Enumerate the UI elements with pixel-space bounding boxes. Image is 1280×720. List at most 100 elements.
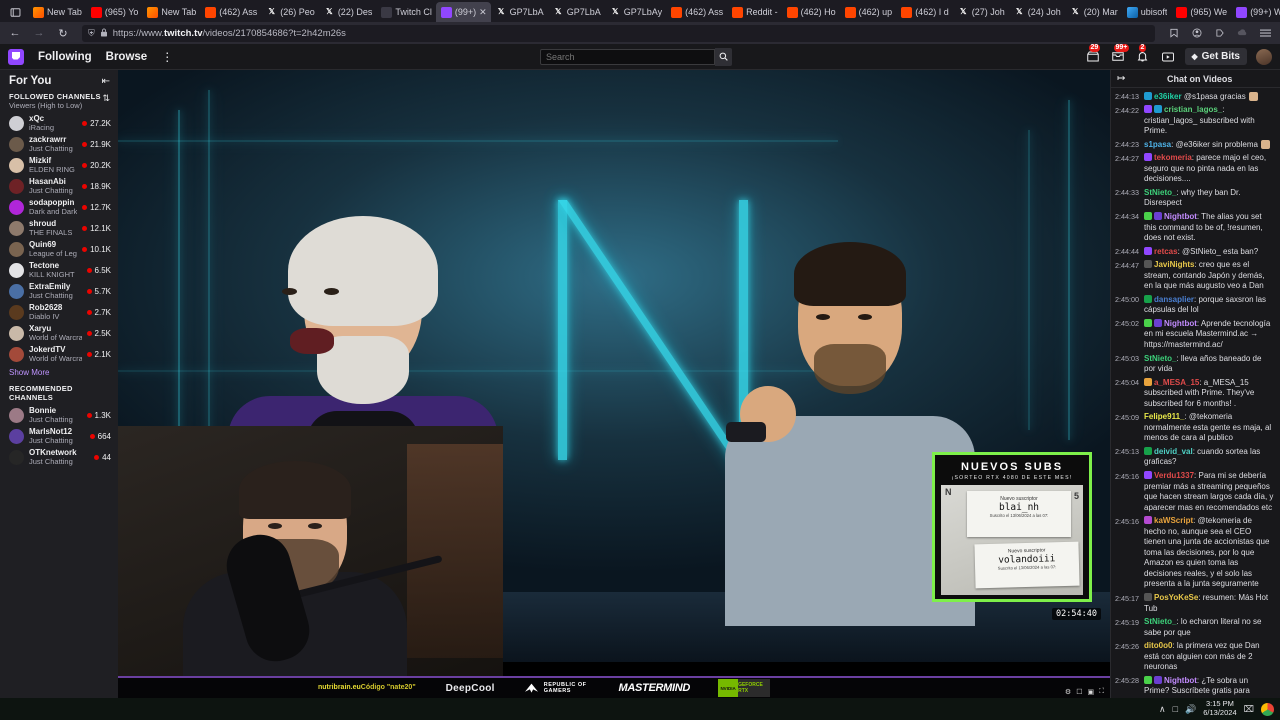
sidebar-channel-bonnie[interactable]: Bonnie Just Chatting 1.3K bbox=[0, 405, 118, 426]
sidebar-channel-otknetwork[interactable]: OTKnetwork Just Chatting 44 bbox=[0, 447, 118, 468]
browser-tab[interactable]: (965) Yo bbox=[86, 2, 143, 22]
chat-username[interactable]: dito0o0 bbox=[1144, 641, 1172, 650]
user-avatar[interactable] bbox=[1256, 48, 1272, 65]
chat-username[interactable]: a_MESA_15 bbox=[1154, 378, 1199, 387]
extensions-icon[interactable] bbox=[1209, 24, 1230, 42]
browser-tab[interactable]: New Tab bbox=[142, 2, 200, 22]
volume-icon[interactable]: 🔊 bbox=[1185, 704, 1196, 715]
inbox-icon[interactable]: 99+ bbox=[1110, 43, 1130, 65]
chat-username[interactable]: tekomeria bbox=[1154, 153, 1192, 162]
chat-username[interactable]: StNieto_ bbox=[1144, 617, 1176, 626]
clock[interactable]: 3:15 PM 6/13/2024 bbox=[1203, 700, 1236, 717]
chrome-taskbar-icon[interactable] bbox=[1261, 702, 1274, 716]
sidebar-channel-quin69[interactable]: Quin69League of Legends 10.1K bbox=[0, 239, 118, 260]
chat-username[interactable]: Nightbot bbox=[1164, 212, 1197, 221]
hamburger-menu-icon[interactable] bbox=[1255, 24, 1276, 42]
browser-tab[interactable]: Twitch Cl bbox=[376, 2, 436, 22]
browser-tab[interactable]: (462) Ass bbox=[200, 2, 261, 22]
chat-username[interactable]: PosYoKeSe bbox=[1154, 593, 1198, 602]
network-icon[interactable]: □ bbox=[1173, 704, 1178, 714]
chat-username[interactable]: JaviNights bbox=[1154, 260, 1194, 269]
sidebar-channel-marlsnot12[interactable]: MarlsNot12 Just Chatting 664 bbox=[0, 426, 118, 447]
chat-username[interactable]: StNieto_ bbox=[1144, 188, 1176, 197]
nav-more-button[interactable]: ⋮ bbox=[161, 50, 173, 64]
chat-username[interactable]: cristian_lagos_ bbox=[1164, 105, 1222, 114]
sidebar-channel-extraemily[interactable]: ExtraEmily Just Chatting 5.7K bbox=[0, 281, 118, 302]
search-input[interactable] bbox=[540, 48, 715, 65]
search-icon[interactable] bbox=[715, 47, 732, 66]
fullscreen-icon[interactable]: ⛶ bbox=[1099, 688, 1104, 696]
settings-gear-icon[interactable]: ⚙ bbox=[1065, 688, 1071, 696]
chat-collapse-icon[interactable]: ↦ bbox=[1117, 73, 1125, 84]
browser-tab[interactable]: (462) up bbox=[840, 2, 897, 22]
browser-tab[interactable]: 𝕏 GP7LbA bbox=[548, 2, 605, 22]
nav-browse-link[interactable]: Browse bbox=[106, 51, 148, 63]
sidebar-channel-mizkif[interactable]: Mizkif ELDEN RING 20.2K bbox=[0, 155, 118, 176]
browser-tab[interactable]: (965) We bbox=[1171, 2, 1231, 22]
chat-username[interactable]: Felipe911_ bbox=[1144, 412, 1184, 421]
sidebar-channel-hasanabi[interactable]: HasanAbi Just Chatting 18.9K bbox=[0, 176, 118, 197]
sort-icon[interactable]: ⇅ bbox=[102, 93, 110, 104]
sync-icon[interactable] bbox=[1232, 24, 1253, 42]
video-player[interactable]: NUEVOS SUBS ¡SORTEO RTX 4080 DE ESTE MES… bbox=[118, 70, 1110, 698]
sidebar-channel-sodapoppin[interactable]: sodapoppinDark and Darker 12.7K bbox=[0, 197, 118, 218]
notification-center-icon[interactable]: ⌧ bbox=[1244, 704, 1254, 715]
tray-expand-icon[interactable]: ∧ bbox=[1159, 704, 1166, 715]
chat-username[interactable]: StNieto_ bbox=[1144, 354, 1176, 363]
bookmark-icon[interactable] bbox=[1163, 24, 1184, 42]
browser-tab[interactable]: (462) I d bbox=[896, 2, 953, 22]
chat-username[interactable]: Nightbot bbox=[1164, 676, 1197, 685]
browser-tab[interactable]: (462) Ass bbox=[666, 2, 727, 22]
show-more-button[interactable]: Show More bbox=[0, 365, 118, 384]
tab-list-sidebar-button[interactable] bbox=[2, 2, 28, 22]
browser-tab[interactable]: 𝕏 (20) Mar bbox=[1065, 2, 1122, 22]
chat-username[interactable]: dansaplier bbox=[1154, 295, 1194, 304]
chat-username[interactable]: kaWScript bbox=[1154, 516, 1193, 525]
browser-tab[interactable]: (99+) ✕ bbox=[435, 2, 491, 22]
browser-tab[interactable]: 𝕏 GP7LbA bbox=[491, 2, 548, 22]
back-button[interactable]: ← bbox=[4, 24, 26, 42]
tab-label: Twitch Cl bbox=[395, 7, 432, 17]
get-bits-button[interactable]: ◆ Get Bits bbox=[1184, 48, 1247, 65]
sidebar-channel-xqc[interactable]: xQc iRacing 27.2K bbox=[0, 113, 118, 134]
forward-button[interactable]: → bbox=[28, 24, 50, 42]
address-bar[interactable]: ⛨ https://www.twitch.tv/videos/217085468… bbox=[82, 24, 1155, 42]
browser-tab[interactable]: New Tab bbox=[28, 2, 86, 22]
sidebar-channel-xaryu[interactable]: Xaryu World of Warcraft 2.5K bbox=[0, 323, 118, 344]
browser-tab[interactable]: 𝕏 (24) Joh bbox=[1009, 2, 1065, 22]
chat-username[interactable]: Verdu1337 bbox=[1154, 471, 1194, 480]
theatre-mode-icon[interactable]: ☐ bbox=[1076, 688, 1082, 696]
chat-username[interactable]: e36iker bbox=[1154, 92, 1182, 101]
chat-username[interactable]: Nightbot bbox=[1164, 319, 1197, 328]
notifications-icon[interactable]: 2 bbox=[1135, 43, 1151, 65]
browser-tab[interactable]: Reddit - bbox=[727, 2, 782, 22]
chat-username[interactable]: retcas bbox=[1154, 247, 1178, 256]
sidebar-collapse-icon[interactable]: ⇤ bbox=[102, 76, 110, 87]
videos-icon[interactable] bbox=[1160, 49, 1176, 65]
chat-username[interactable]: s1pasa bbox=[1144, 140, 1171, 149]
channel-category: World of Warcraft bbox=[29, 355, 82, 364]
picture-in-picture-icon[interactable]: ▣ bbox=[1087, 688, 1094, 696]
sidebar-channel-tectone[interactable]: Tectone KILL KNIGHT 6.5K bbox=[0, 260, 118, 281]
chat-username[interactable]: deivid_val bbox=[1154, 447, 1193, 456]
account-icon[interactable] bbox=[1186, 24, 1207, 42]
sidebar-channel-rob2628[interactable]: Rob2628 Diablo IV 2.7K bbox=[0, 302, 118, 323]
nav-following-link[interactable]: Following bbox=[38, 51, 92, 63]
browser-tab[interactable]: (99+) We bbox=[1231, 2, 1280, 22]
tab-close-icon[interactable]: ✕ bbox=[479, 7, 487, 18]
browser-tab[interactable]: 𝕏 (27) Joh bbox=[953, 2, 1009, 22]
browser-tab[interactable]: 𝕏 (26) Peo bbox=[261, 2, 319, 22]
prime-loot-icon[interactable]: 29 bbox=[1085, 43, 1101, 65]
browser-tab[interactable]: (462) Ho bbox=[782, 2, 840, 22]
live-dot-icon bbox=[82, 247, 88, 253]
live-dot-icon bbox=[86, 413, 92, 419]
browser-tab[interactable]: 𝕏 (22) Des bbox=[319, 2, 377, 22]
browser-tab[interactable]: 𝕏 GP7LbAy bbox=[605, 2, 666, 22]
twitch-logo-icon[interactable] bbox=[8, 48, 24, 65]
sidebar-channel-zackrawrr[interactable]: zackrawrr Just Chatting 21.9K bbox=[0, 134, 118, 155]
reload-button[interactable]: ↻ bbox=[52, 24, 74, 42]
browser-tab[interactable]: ubisoft bbox=[1122, 2, 1172, 22]
sidebar-channel-shroud[interactable]: shroud THE FINALS 12.1K bbox=[0, 218, 118, 239]
sidebar-channel-jokerdtv[interactable]: JokerdTV World of Warcraft 2.1K bbox=[0, 344, 118, 365]
chat-message-list[interactable]: 2:44:13 e36iker @s1pasa gracias 2:44:22 cr… bbox=[1111, 88, 1280, 698]
